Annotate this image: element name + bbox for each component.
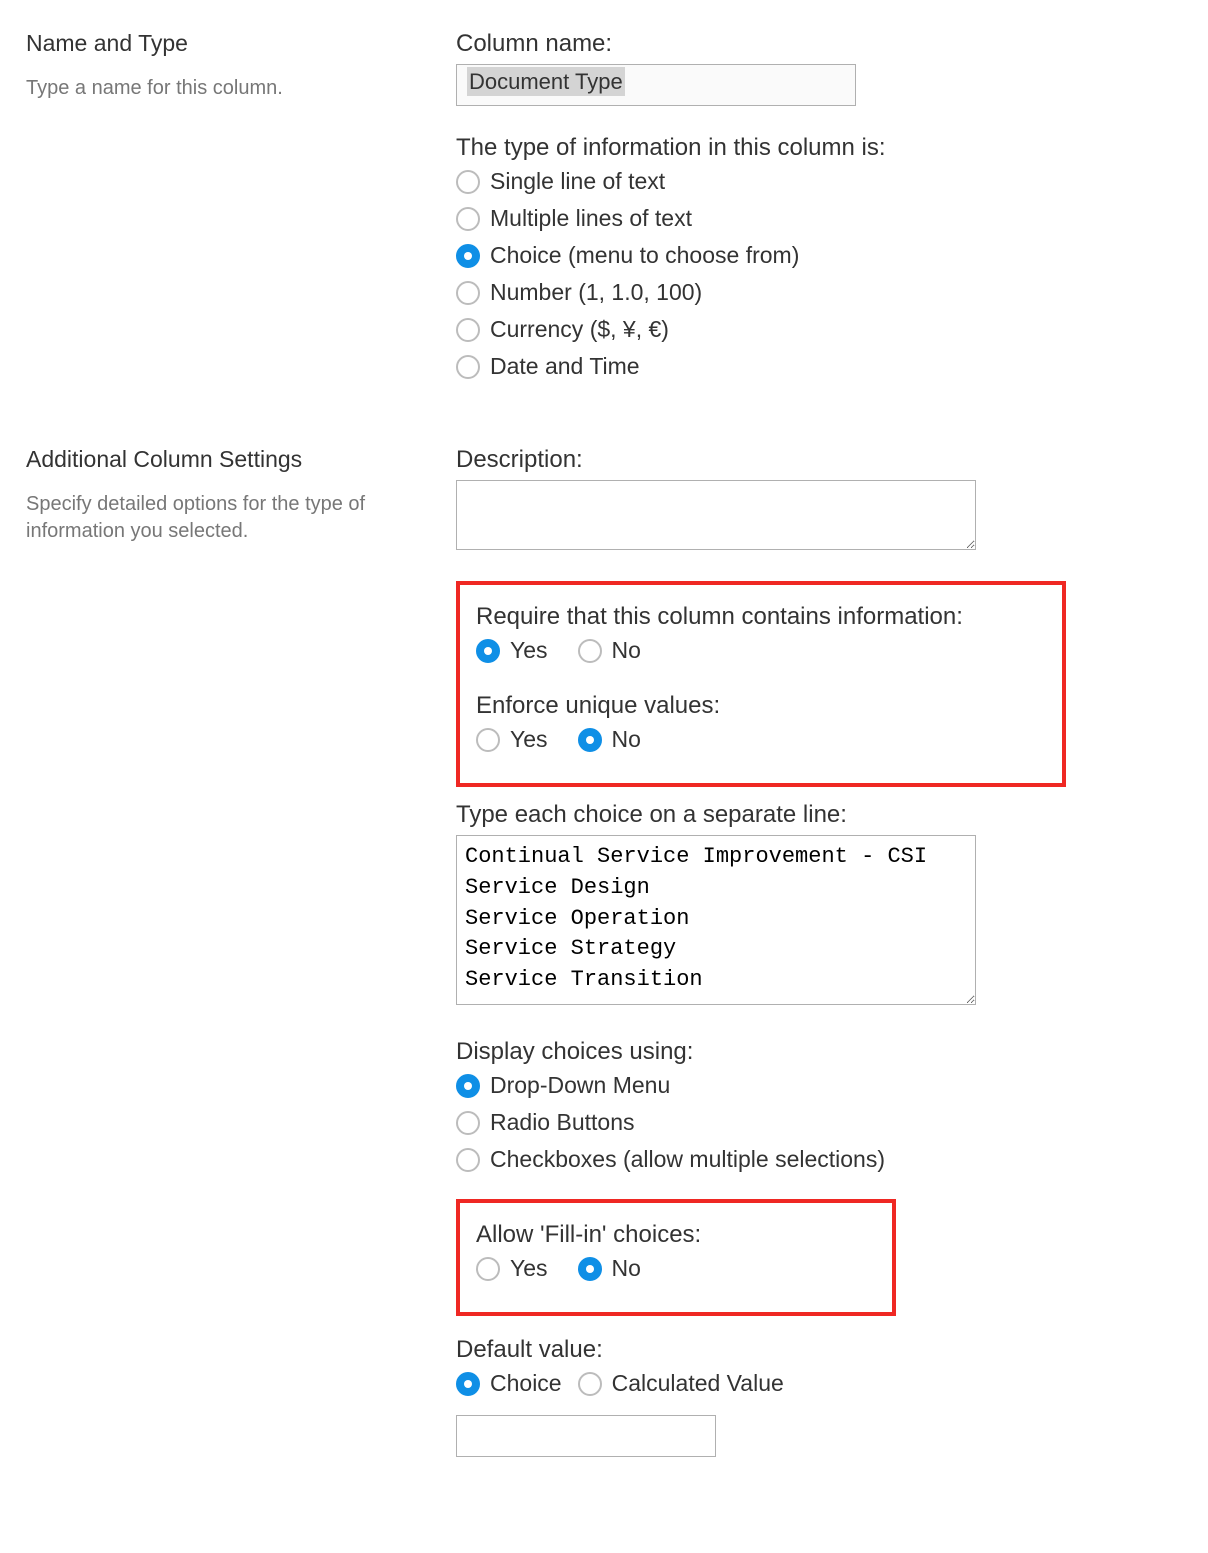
display-option-label: Drop-Down Menu	[490, 1072, 670, 1099]
require-block: Require that this column contains inform…	[476, 603, 1046, 672]
require-options: Yes No	[476, 637, 1046, 672]
section-desc: Type a name for this column.	[26, 75, 436, 102]
section-name-and-type: Name and Type Type a name for this colum…	[26, 30, 1182, 406]
radio-icon	[456, 1111, 480, 1135]
section-left: Additional Column Settings Specify detai…	[26, 446, 456, 545]
column-name-label: Column name:	[456, 30, 1182, 58]
default-value-calc[interactable]: Calculated Value	[578, 1370, 784, 1397]
type-option-3[interactable]: Number (1, 1.0, 100)	[456, 279, 1182, 306]
type-option-label: Multiple lines of text	[490, 205, 692, 232]
default-value-options: Choice Calculated Value	[456, 1370, 1182, 1405]
require-yes-label: Yes	[510, 637, 548, 664]
fillin-options: Yes No	[476, 1255, 876, 1290]
type-option-2[interactable]: Choice (menu to choose from)	[456, 242, 1182, 269]
require-label: Require that this column contains inform…	[476, 603, 1046, 631]
radio-icon	[456, 207, 480, 231]
radio-icon	[456, 281, 480, 305]
column-name-value: Document Type	[467, 67, 625, 96]
description-label: Description:	[456, 446, 1182, 474]
type-option-label: Choice (menu to choose from)	[490, 242, 799, 269]
radio-icon	[578, 1257, 602, 1281]
radio-icon	[456, 1074, 480, 1098]
radio-icon	[456, 318, 480, 342]
default-value-label: Default value:	[456, 1336, 1182, 1364]
fillin-label: Allow 'Fill-in' choices:	[476, 1221, 876, 1249]
unique-no[interactable]: No	[578, 726, 641, 753]
type-option-label: Number (1, 1.0, 100)	[490, 279, 702, 306]
radio-icon	[456, 170, 480, 194]
display-option-label: Radio Buttons	[490, 1109, 634, 1136]
section-right: Description: Require that this column co…	[456, 446, 1182, 1483]
radio-icon	[476, 1257, 500, 1281]
unique-no-label: No	[612, 726, 641, 753]
radio-icon	[578, 728, 602, 752]
display-option-2[interactable]: Checkboxes (allow multiple selections)	[456, 1146, 1182, 1173]
type-option-label: Single line of text	[490, 168, 665, 195]
unique-yes-label: Yes	[510, 726, 548, 753]
type-info-options: Single line of text Multiple lines of tex…	[456, 168, 1182, 380]
default-value-choice[interactable]: Choice	[456, 1370, 562, 1397]
radio-icon	[476, 639, 500, 663]
type-option-1[interactable]: Multiple lines of text	[456, 205, 1182, 232]
radio-icon	[456, 1148, 480, 1172]
section-title: Additional Column Settings	[26, 446, 436, 473]
default-value-block: Default value: Choice Calculated Value	[456, 1336, 1182, 1457]
type-option-0[interactable]: Single line of text	[456, 168, 1182, 195]
radio-icon	[578, 639, 602, 663]
default-value-input[interactable]	[456, 1415, 716, 1457]
default-value-choice-label: Choice	[490, 1370, 562, 1397]
type-option-4[interactable]: Currency ($, ¥, €)	[456, 316, 1182, 343]
require-no[interactable]: No	[578, 637, 641, 664]
section-additional-settings: Additional Column Settings Specify detai…	[26, 446, 1182, 1483]
fillin-no-label: No	[612, 1255, 641, 1282]
require-no-label: No	[612, 637, 641, 664]
require-yes[interactable]: Yes	[476, 637, 548, 664]
fillin-yes[interactable]: Yes	[476, 1255, 548, 1282]
choices-textarea[interactable]	[456, 835, 976, 1005]
column-name-input[interactable]: Document Type	[456, 64, 856, 106]
radio-icon	[456, 1372, 480, 1396]
display-options: Drop-Down Menu Radio Buttons Checkboxes (a…	[456, 1072, 1182, 1173]
default-value-calc-label: Calculated Value	[612, 1370, 784, 1397]
display-option-label: Checkboxes (allow multiple selections)	[490, 1146, 885, 1173]
description-block: Description:	[456, 446, 1182, 555]
type-info-label: The type of information in this column i…	[456, 134, 1182, 162]
column-name-block: Column name: Document Type	[456, 30, 1182, 106]
unique-block: Enforce unique values: Yes No	[476, 692, 1046, 761]
display-label: Display choices using:	[456, 1038, 1182, 1066]
display-block: Display choices using: Drop-Down Menu Rad…	[456, 1038, 1182, 1173]
radio-icon	[456, 355, 480, 379]
radio-icon	[476, 728, 500, 752]
radio-icon	[456, 244, 480, 268]
highlight-box-fillin: Allow 'Fill-in' choices: Yes No	[456, 1199, 896, 1316]
section-desc: Specify detailed options for the type of…	[26, 491, 436, 545]
type-option-label: Currency ($, ¥, €)	[490, 316, 669, 343]
description-textarea[interactable]	[456, 480, 976, 550]
type-option-5[interactable]: Date and Time	[456, 353, 1182, 380]
fillin-no[interactable]: No	[578, 1255, 641, 1282]
display-option-0[interactable]: Drop-Down Menu	[456, 1072, 1182, 1099]
type-info-block: The type of information in this column i…	[456, 134, 1182, 380]
fillin-yes-label: Yes	[510, 1255, 548, 1282]
section-right: Column name: Document Type The type of i…	[456, 30, 1182, 406]
section-left: Name and Type Type a name for this colum…	[26, 30, 456, 102]
unique-options: Yes No	[476, 726, 1046, 761]
fillin-block: Allow 'Fill-in' choices: Yes No	[476, 1221, 876, 1290]
display-option-1[interactable]: Radio Buttons	[456, 1109, 1182, 1136]
unique-yes[interactable]: Yes	[476, 726, 548, 753]
highlight-box-require-unique: Require that this column contains inform…	[456, 581, 1066, 787]
choices-label: Type each choice on a separate line:	[456, 801, 1182, 829]
unique-label: Enforce unique values:	[476, 692, 1046, 720]
type-option-label: Date and Time	[490, 353, 640, 380]
choices-block: Type each choice on a separate line:	[456, 801, 1182, 1010]
radio-icon	[578, 1372, 602, 1396]
section-title: Name and Type	[26, 30, 436, 57]
